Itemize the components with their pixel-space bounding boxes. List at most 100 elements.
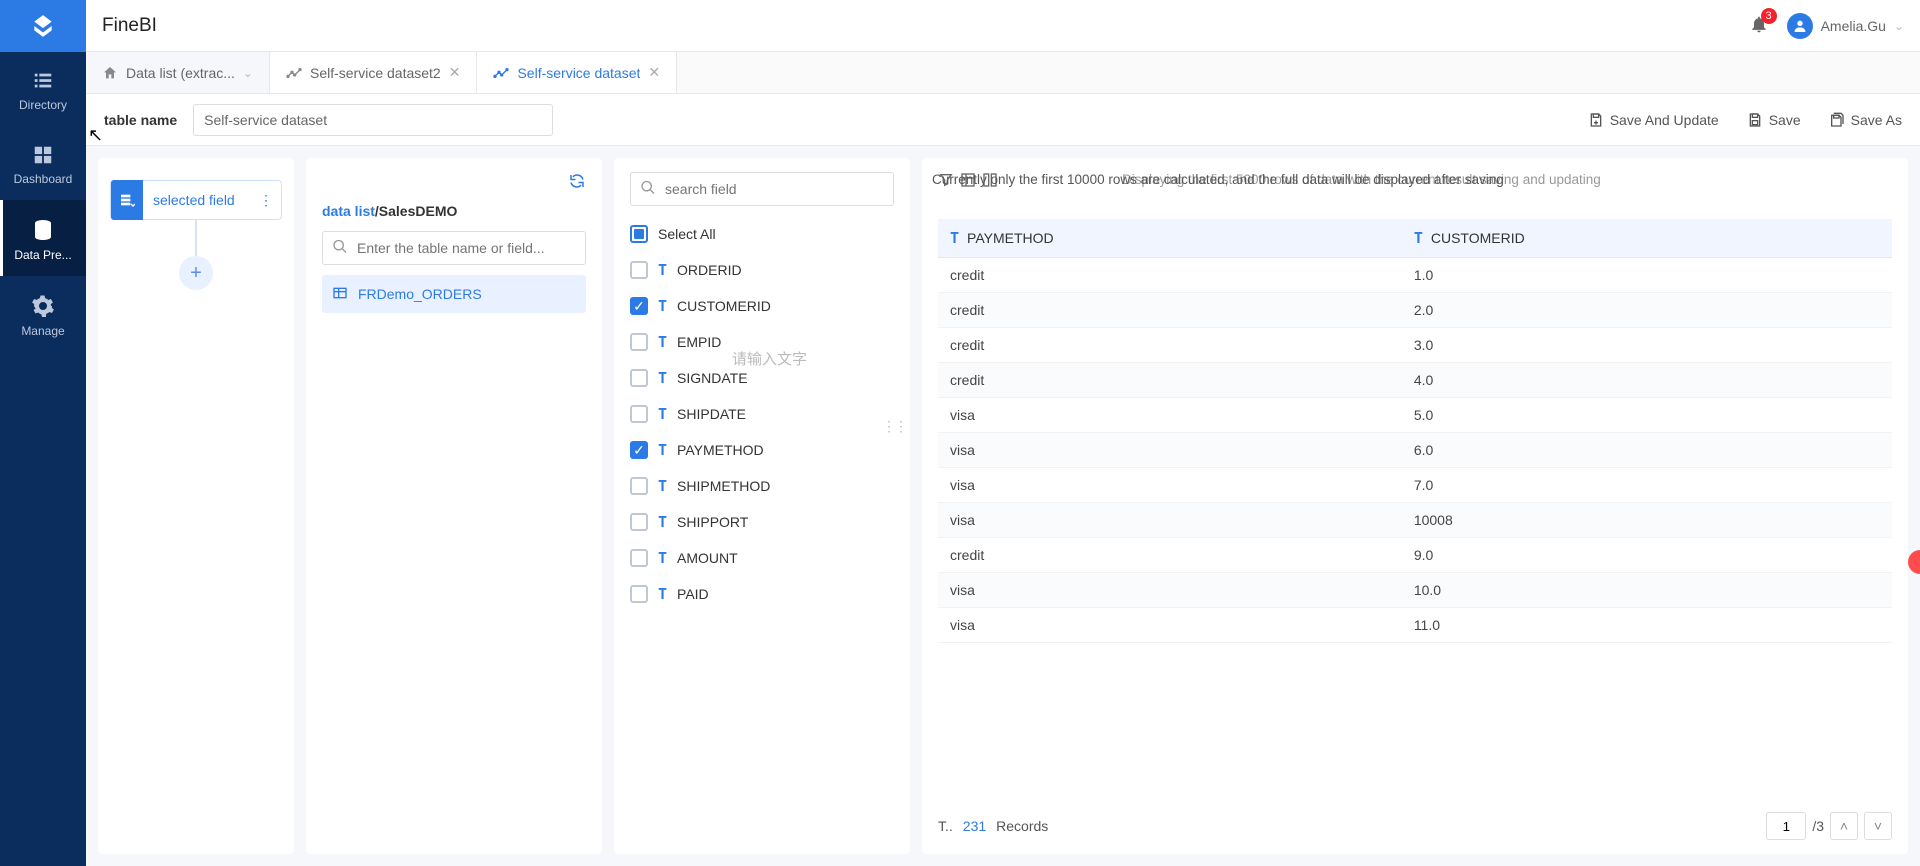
field-name: EMPID: [677, 334, 721, 350]
checkbox[interactable]: [630, 261, 648, 279]
gear-icon: [0, 294, 86, 318]
field-row[interactable]: T SHIPPORT: [630, 504, 894, 540]
checkbox[interactable]: [630, 585, 648, 603]
checkbox[interactable]: [630, 549, 648, 567]
cell: 2.0: [1402, 293, 1892, 328]
cell: 4.0: [1402, 363, 1892, 398]
step-selected-field[interactable]: selected field ⋮: [110, 180, 282, 220]
connector-line: [195, 220, 197, 256]
close-icon[interactable]: ✕: [449, 64, 461, 81]
field-row[interactable]: TSHIPMETHOD: [630, 468, 894, 504]
field-row[interactable]: TSIGNDATE: [630, 360, 894, 396]
home-icon: [102, 65, 118, 81]
page-next-button[interactable]: ˅: [1864, 812, 1892, 840]
avatar: [1787, 13, 1813, 39]
flow-column: selected field ⋮ +: [98, 158, 294, 854]
logo[interactable]: [0, 0, 86, 52]
step-label: selected field: [143, 192, 251, 208]
cell: visa: [938, 608, 1402, 643]
field-row[interactable]: TPAID: [630, 576, 894, 612]
select-all-row[interactable]: Select All: [630, 216, 894, 252]
cell: credit: [938, 363, 1402, 398]
field-row[interactable]: TSHIPDATE: [630, 396, 894, 432]
fields-panel: Select All TORDERID✓TCUSTOMERIDTEMPIDTSI…: [614, 158, 910, 854]
page-prev-button[interactable]: ˄: [1830, 812, 1858, 840]
column-header[interactable]: TCUSTOMERID: [1402, 219, 1892, 258]
table-item[interactable]: FRDemo_ORDERS: [322, 275, 586, 313]
table-search-input[interactable]: [322, 231, 586, 265]
table-row: visa10008: [938, 503, 1892, 538]
save-icon: [1747, 112, 1763, 128]
total-abbr: T..: [938, 818, 953, 834]
datalist-panel: data list/SalesDEMO FRDemo_ORDERS: [306, 158, 602, 854]
search-icon: [332, 239, 348, 258]
field-row[interactable]: T EMPID: [630, 324, 894, 360]
cell: visa: [938, 503, 1402, 538]
field-row[interactable]: TAMOUNT: [630, 540, 894, 576]
preview-table: TPAYMETHODTCUSTOMERID credit1.0credit2.0…: [938, 219, 1892, 643]
cell: 7.0: [1402, 468, 1892, 503]
breadcrumb-current: SalesDEMO: [379, 203, 458, 219]
cell: visa: [938, 573, 1402, 608]
field-row[interactable]: TORDERID: [630, 252, 894, 288]
close-icon[interactable]: ✕: [648, 64, 660, 81]
tab-dataset2[interactable]: Self-service dataset2 ✕: [270, 52, 477, 93]
page-input[interactable]: [1766, 812, 1806, 840]
field-row[interactable]: ✓TPAYMETHOD: [630, 432, 894, 468]
person-icon: [1792, 18, 1808, 34]
save-button[interactable]: Save: [1747, 112, 1801, 128]
plus-icon: +: [190, 262, 202, 285]
nav-label: Manage: [21, 324, 64, 338]
field-name: SHIPPORT: [677, 514, 748, 530]
chart-icon: [493, 65, 509, 81]
header: FineBI 3 Amelia.Gu ⌄: [86, 0, 1920, 52]
nav-directory[interactable]: Directory: [0, 52, 86, 126]
nav-manage[interactable]: Manage: [0, 276, 86, 352]
column-header[interactable]: TPAYMETHOD: [938, 219, 1402, 258]
save-and-update-button[interactable]: Save And Update: [1588, 112, 1719, 128]
cell: credit: [938, 293, 1402, 328]
user-menu[interactable]: Amelia.Gu ⌄: [1787, 13, 1904, 39]
checkbox[interactable]: ✓: [630, 441, 648, 459]
cell: visa: [938, 468, 1402, 503]
nav-data-preparation[interactable]: Data Pre...: [0, 200, 86, 276]
checkbox[interactable]: [630, 333, 648, 351]
chevron-down-icon[interactable]: ⌄: [243, 66, 253, 80]
checkbox[interactable]: ✓: [630, 297, 648, 315]
tab-home[interactable]: Data list (extrac... ⌄: [86, 52, 270, 93]
checkbox[interactable]: [630, 405, 648, 423]
nav-dashboard[interactable]: Dashboard: [0, 126, 86, 200]
checkbox-indeterminate[interactable]: [630, 225, 648, 243]
table-row: visa7.0: [938, 468, 1892, 503]
save-as-button[interactable]: Save As: [1829, 112, 1902, 128]
table-row: credit3.0: [938, 328, 1892, 363]
cell: 9.0: [1402, 538, 1892, 573]
checkbox[interactable]: [630, 369, 648, 387]
field-name: SHIPMETHOD: [677, 478, 770, 494]
text-type-icon: T: [658, 333, 667, 351]
refresh-button[interactable]: [568, 172, 586, 193]
more-icon[interactable]: ⋮: [251, 192, 281, 209]
preview-panel: Currently only the first 10000 rows are …: [922, 158, 1908, 854]
grid-icon: [0, 144, 86, 166]
cell: visa: [938, 398, 1402, 433]
tab-label: Data list (extrac...: [126, 65, 235, 81]
drag-handle-icon[interactable]: ⋮⋮: [882, 418, 906, 435]
checkbox[interactable]: [630, 513, 648, 531]
add-step-button[interactable]: +: [179, 256, 213, 290]
field-search-input[interactable]: [630, 172, 894, 206]
notifications-button[interactable]: 3: [1749, 14, 1769, 37]
text-type-icon: T: [658, 513, 667, 531]
tabs: Data list (extrac... ⌄ Self-service data…: [86, 52, 1920, 94]
text-type-icon: T: [658, 549, 667, 567]
table-name-input[interactable]: [193, 104, 553, 136]
chart-icon: [286, 65, 302, 81]
cell: 10.0: [1402, 573, 1892, 608]
tab-dataset-active[interactable]: Self-service dataset ✕: [477, 52, 677, 93]
nav-label: Data Pre...: [14, 248, 71, 262]
total-count: 231: [963, 818, 986, 834]
field-row[interactable]: ✓TCUSTOMERID: [630, 288, 894, 324]
breadcrumb-root[interactable]: data list: [322, 203, 375, 219]
field-name: CUSTOMERID: [677, 298, 771, 314]
checkbox[interactable]: [630, 477, 648, 495]
